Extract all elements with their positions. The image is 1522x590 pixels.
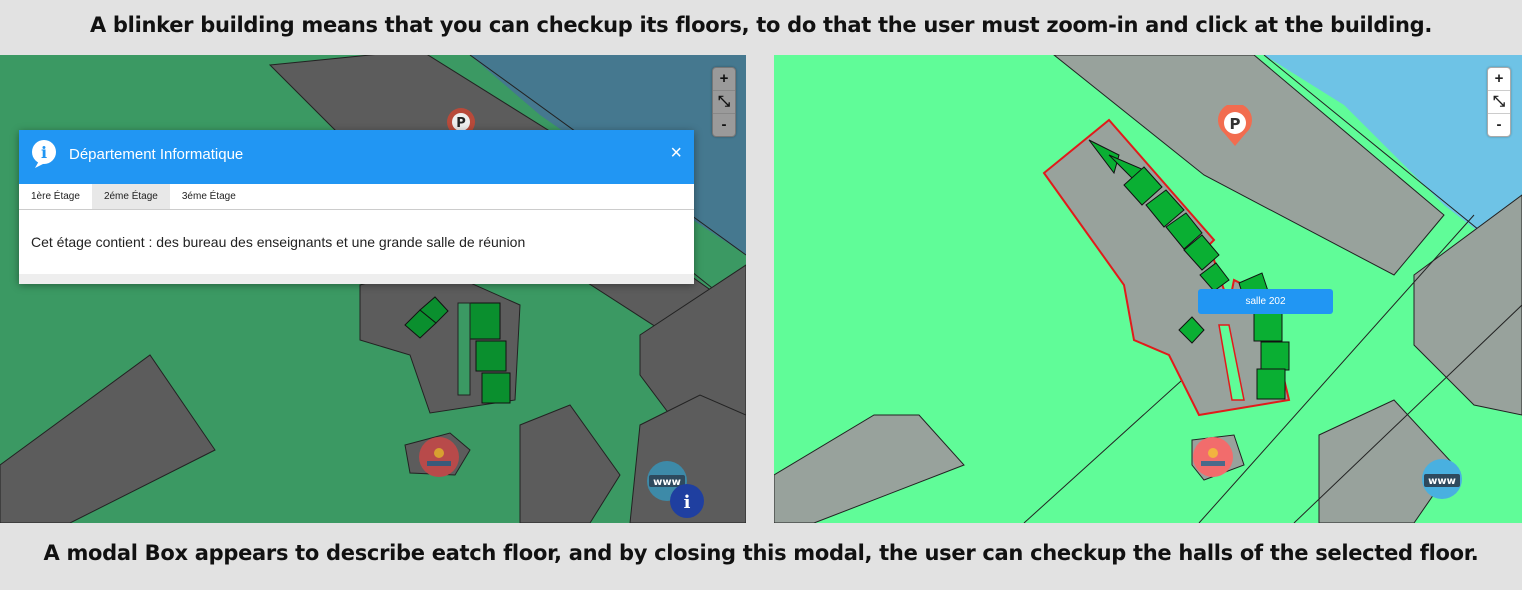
tab-floor-3[interactable]: 3éme Étage bbox=[170, 184, 248, 209]
svg-text:www: www bbox=[1428, 476, 1456, 487]
hall bbox=[1260, 341, 1290, 371]
modal-footer bbox=[19, 274, 694, 284]
modal-title: Département Informatique bbox=[69, 146, 244, 163]
info-icon: i bbox=[32, 140, 56, 168]
parking-marker-icon[interactable]: P bbox=[1216, 105, 1254, 149]
reset-view-button[interactable]: ⤡ bbox=[713, 91, 735, 114]
zoom-in-button[interactable]: + bbox=[713, 68, 735, 91]
meeting-marker-icon[interactable] bbox=[1191, 435, 1235, 479]
svg-text:i: i bbox=[684, 492, 691, 513]
zoom-out-button[interactable]: - bbox=[713, 114, 735, 136]
svg-text:www: www bbox=[653, 477, 681, 488]
zoom-in-button[interactable]: + bbox=[1488, 68, 1510, 91]
right-zoom-controls[interactable]: + ⤡ - bbox=[1487, 67, 1511, 137]
tab-floor-2[interactable]: 2éme Étage bbox=[91, 184, 170, 209]
modal-header: i Département Informatique × bbox=[19, 130, 694, 184]
hall bbox=[1253, 312, 1283, 342]
hall bbox=[1256, 368, 1286, 400]
hall-label-salle-202[interactable]: salle 202 bbox=[1198, 289, 1333, 314]
left-map-canvas[interactable] bbox=[0, 55, 746, 523]
bottom-caption: A modal Box appears to describe eatch fl… bbox=[43, 541, 1479, 565]
close-icon[interactable]: × bbox=[670, 142, 682, 165]
right-map-panel[interactable]: + ⤡ - P salle 202 www bbox=[774, 55, 1522, 523]
left-map-panel[interactable]: + ⤡ - P www i i Département Informatique… bbox=[0, 55, 746, 523]
top-caption: A blinker building means that you can ch… bbox=[89, 13, 1433, 37]
reset-view-button[interactable]: ⤡ bbox=[1488, 91, 1510, 114]
meeting-marker-icon[interactable] bbox=[417, 435, 461, 479]
tab-floor-1[interactable]: 1ère Étage bbox=[19, 184, 92, 209]
floor-info-modal[interactable]: i Département Informatique × 1ère Étage … bbox=[19, 130, 694, 284]
www-marker-icon[interactable]: www bbox=[1420, 457, 1466, 503]
modal-content: Cet étage contient : des bureau des ense… bbox=[31, 234, 526, 250]
right-map-canvas[interactable] bbox=[774, 55, 1522, 523]
info-www-marker-icon[interactable]: www i bbox=[645, 455, 709, 523]
left-zoom-controls[interactable]: + ⤡ - bbox=[712, 67, 736, 137]
svg-text:P: P bbox=[456, 116, 466, 131]
zoom-out-button[interactable]: - bbox=[1488, 114, 1510, 136]
svg-text:P: P bbox=[1230, 115, 1241, 133]
svg-text:i: i bbox=[41, 143, 47, 162]
floor-tabs: 1ère Étage 2éme Étage 3éme Étage bbox=[19, 184, 694, 210]
